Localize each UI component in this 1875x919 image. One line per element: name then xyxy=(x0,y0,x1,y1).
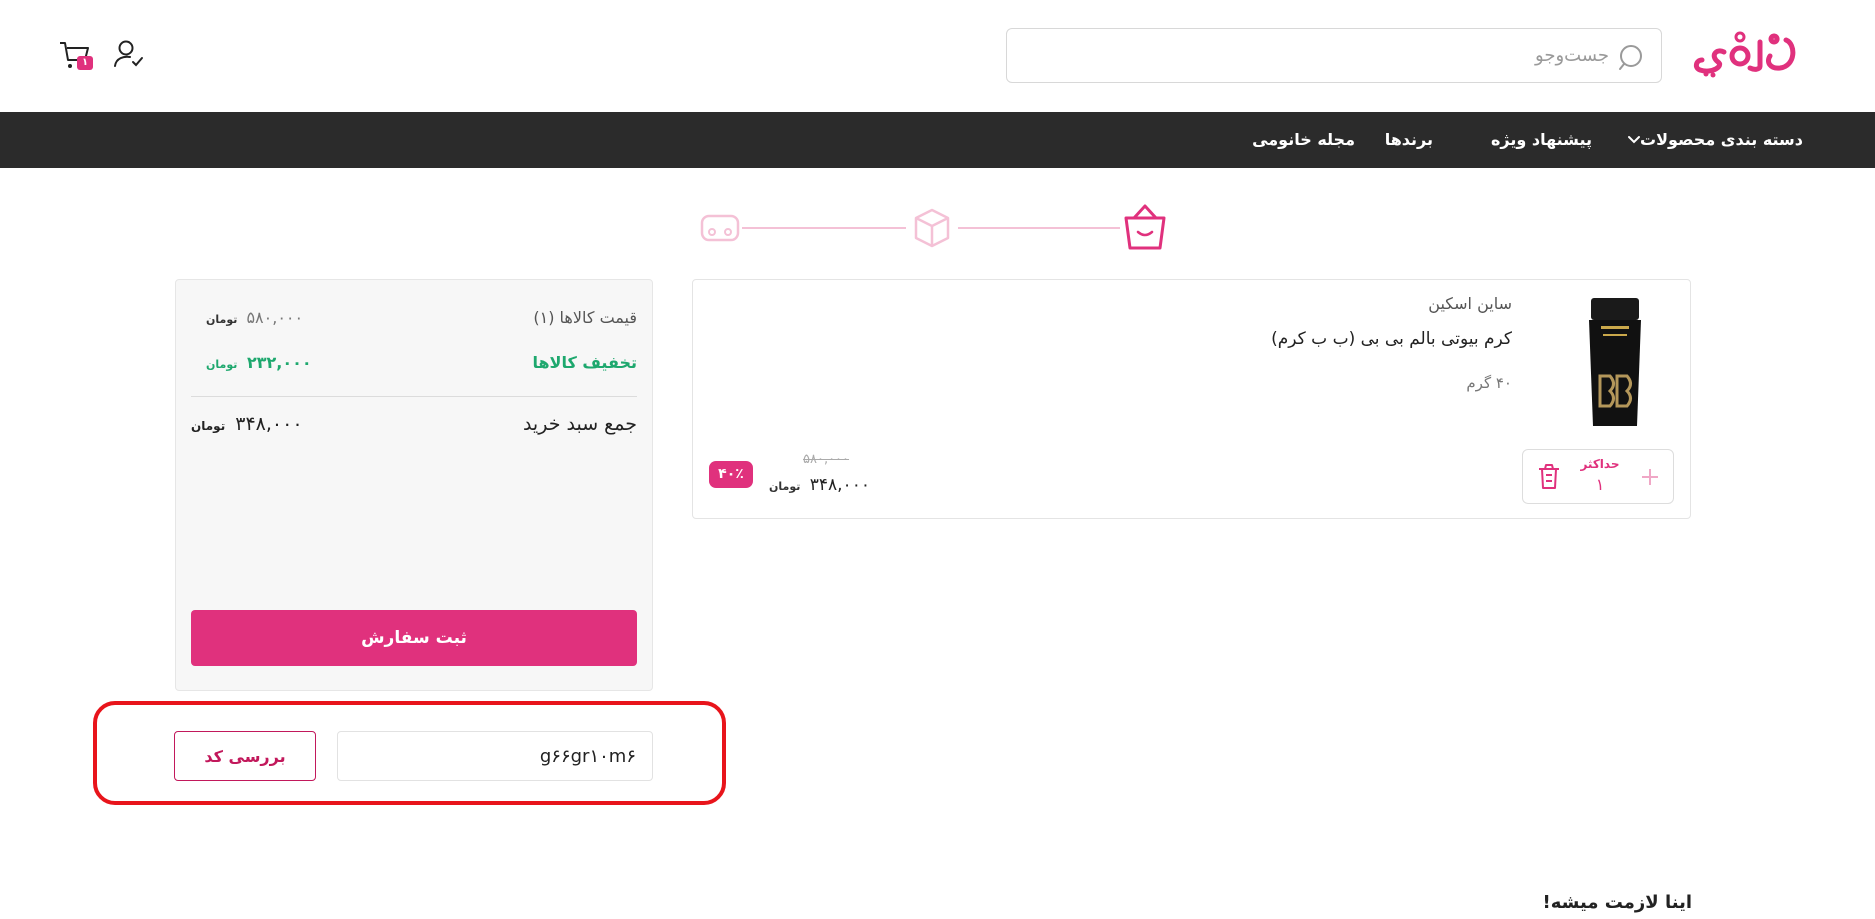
price-value: ۳۴۸,۰۰۰ xyxy=(809,475,870,495)
discount-value: ۲۳۲,۰۰۰ تومان xyxy=(206,353,312,372)
main-nav: دسته بندی محصولات پیشنهاد ویژه برندها مج… xyxy=(0,112,1875,168)
plus-icon[interactable] xyxy=(1635,462,1665,492)
nav-item-magazine[interactable]: مجله خانومی xyxy=(1252,112,1355,168)
nav-item-brands[interactable]: برندها xyxy=(1385,112,1433,168)
items-price-row: قیمت کالاها (۱) ۵۸۰,۰۰۰ تومان xyxy=(191,308,637,336)
product-brand[interactable]: ساین اسکین xyxy=(1428,294,1512,313)
package-step-icon xyxy=(914,208,950,248)
basket-step-icon xyxy=(1124,204,1166,250)
product-image[interactable] xyxy=(1567,294,1663,434)
summary-divider xyxy=(191,396,637,397)
old-price: ۵۸۰,۰۰۰ xyxy=(803,452,850,467)
currency-label: تومان xyxy=(769,480,801,493)
total-amount: ۳۴۸,۰۰۰ xyxy=(235,413,303,435)
current-price: ۳۴۸,۰۰۰ تومان xyxy=(769,475,870,495)
discount-badge: ۴۰٪ xyxy=(709,461,753,488)
currency-label: تومان xyxy=(206,313,238,326)
shipping-step-icon xyxy=(700,214,740,242)
nav-item-special-offers[interactable]: پیشنهاد ویژه xyxy=(1491,112,1592,168)
search-icon[interactable] xyxy=(1617,42,1647,72)
discount-label: تخفیف کالاها xyxy=(532,353,637,372)
chevron-down-icon[interactable] xyxy=(1626,131,1642,147)
search-bar[interactable] xyxy=(1006,28,1662,83)
coupon-code-input[interactable] xyxy=(337,731,653,781)
items-price-value: ۵۸۰,۰۰۰ تومان xyxy=(206,308,303,327)
product-weight: ۴۰ گرم xyxy=(1466,374,1512,392)
trash-icon[interactable] xyxy=(1535,462,1563,492)
discount-row: تخفیف کالاها ۲۳۲,۰۰۰ تومان xyxy=(191,353,637,381)
currency-label: تومان xyxy=(191,419,226,433)
total-value: ۳۴۸,۰۰۰ تومان xyxy=(191,413,303,435)
order-summary: قیمت کالاها (۱) ۵۸۰,۰۰۰ تومان تخفیف کالا… xyxy=(175,279,653,691)
quantity-max-label: حداکثر xyxy=(1580,457,1620,471)
checkout-stepper xyxy=(700,204,1166,250)
site-header: ۱ xyxy=(0,0,1875,112)
items-price-label: قیمت کالاها (۱) xyxy=(533,308,637,327)
search-input[interactable] xyxy=(1049,29,1609,82)
quantity-value: ۱ xyxy=(1595,475,1605,494)
cart-count-badge: ۱ xyxy=(77,56,93,70)
total-row: جمع سبد خرید ۳۴۸,۰۰۰ تومان xyxy=(191,413,637,447)
discount-amount: ۲۳۲,۰۰۰ xyxy=(246,353,312,372)
submit-order-button[interactable]: ثبت سفارش xyxy=(191,610,637,666)
items-price-amount: ۵۸۰,۰۰۰ xyxy=(246,308,304,327)
khanoumi-logo[interactable] xyxy=(1688,26,1800,80)
currency-label: تومان xyxy=(206,358,238,371)
nav-item-categories[interactable]: دسته بندی محصولات xyxy=(1640,112,1803,168)
cart-item-card: ساین اسکین کرم بیوتی بالم بی بی (ب ب کرم… xyxy=(692,279,1691,519)
total-label: جمع سبد خرید xyxy=(522,413,637,435)
recommendations-heading: اینا لازمت میشه! xyxy=(1542,892,1692,913)
user-account-icon[interactable] xyxy=(112,38,146,72)
quantity-stepper: حداکثر ۱ xyxy=(1522,449,1674,504)
product-name[interactable]: کرم بیوتی بالم بی بی (ب ب کرم) xyxy=(1271,329,1512,349)
check-coupon-button[interactable]: بررسی کد xyxy=(174,731,316,781)
